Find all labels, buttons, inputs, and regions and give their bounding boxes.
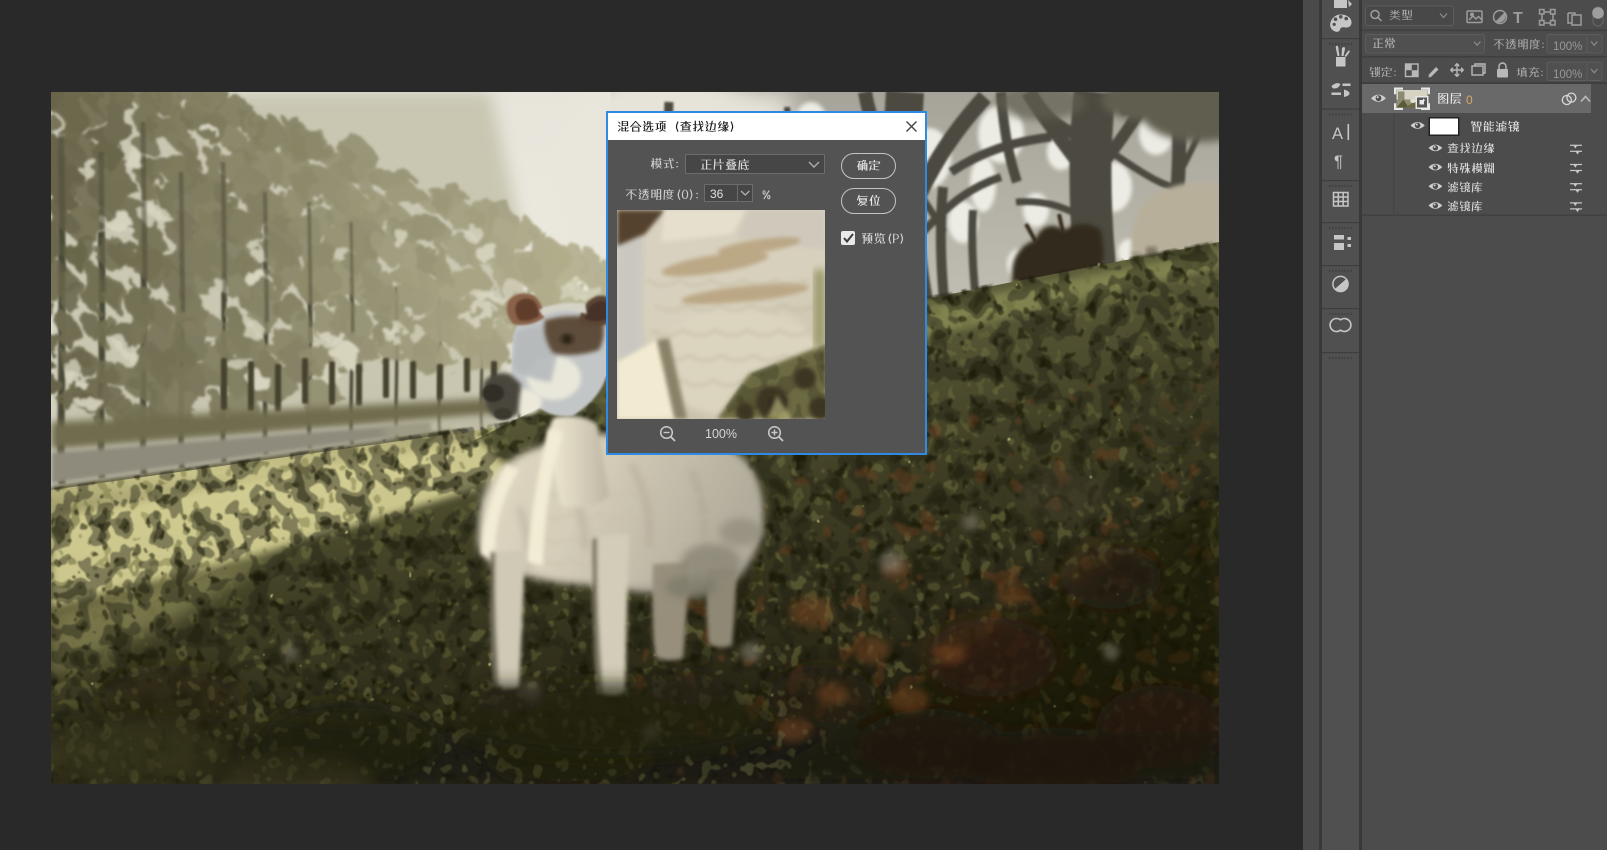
- svg-text:¶: ¶: [1334, 153, 1343, 171]
- svg-text:A: A: [1332, 125, 1343, 143]
- svg-text:T: T: [1513, 10, 1523, 27]
